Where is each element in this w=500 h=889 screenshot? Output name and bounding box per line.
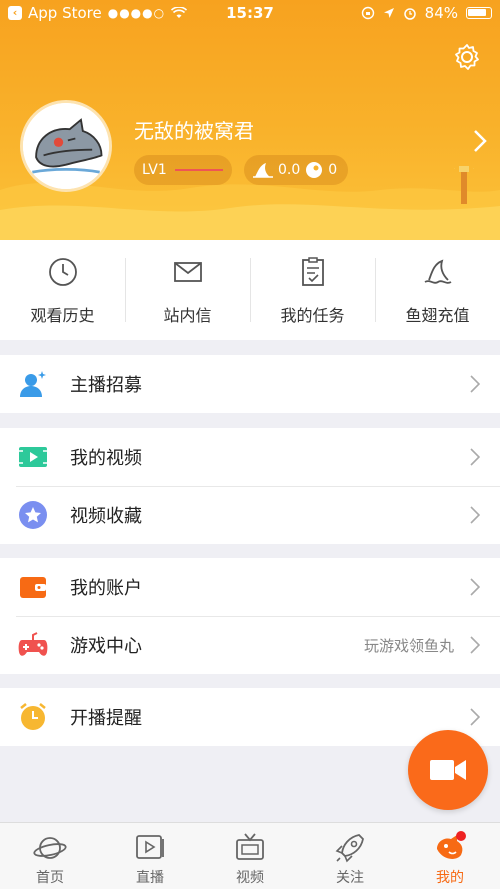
tab-label: 首页 — [36, 870, 64, 886]
chevron-right-icon — [470, 506, 480, 524]
quick-actions: 观看历史 站内信 我的任务 鱼翅充值 — [0, 240, 500, 340]
battery-percent: 84% — [424, 4, 458, 22]
quick-action-messages[interactable]: 站内信 — [125, 240, 250, 340]
rocket-icon — [335, 834, 364, 863]
mail-icon — [173, 262, 202, 282]
shark-fin-icon — [253, 163, 273, 178]
tab-home[interactable]: 首页 — [0, 823, 100, 889]
menu-group-videos: 我的视频 视频收藏 — [0, 428, 500, 544]
person-add-icon — [20, 371, 46, 397]
fish-balls-count: 0 — [328, 162, 338, 178]
menu-group-recruit: 主播招募 — [0, 355, 500, 413]
profile-header: ‹ App Store ●●●●○ 15:37 84% 无敌的被窝君 LV1 0… — [0, 0, 500, 240]
star-icon — [19, 501, 47, 529]
avatar[interactable] — [20, 100, 112, 192]
shark-avatar-icon — [23, 103, 109, 189]
tab-label: 关注 — [336, 870, 364, 886]
location-icon — [383, 8, 394, 18]
notification-dot — [456, 831, 466, 841]
quick-action-recharge[interactable]: 鱼翅充值 — [375, 240, 500, 340]
task-list-icon — [301, 257, 324, 286]
quick-action-label: 鱼翅充值 — [405, 306, 470, 325]
tv-icon — [236, 833, 264, 860]
quick-action-label: 观看历史 — [30, 306, 95, 325]
currency-badge: 0.0 0 — [244, 155, 348, 185]
chevron-right-icon — [470, 375, 480, 393]
live-play-icon — [136, 835, 164, 859]
battery-icon — [466, 7, 492, 19]
tab-video[interactable]: 视频 — [200, 823, 300, 889]
tab-label: 视频 — [236, 870, 264, 886]
menu-row-my-videos[interactable]: 我的视频 — [0, 428, 500, 486]
row-label: 视频收藏 — [70, 506, 142, 527]
video-camera-icon — [430, 760, 466, 780]
row-label: 我的账户 — [70, 578, 142, 599]
menu-row-recruit[interactable]: 主播招募 — [0, 355, 500, 413]
menu-row-favorites[interactable]: 视频收藏 — [0, 486, 500, 544]
tab-mine[interactable]: 我的 — [400, 823, 500, 889]
level-progress-bar — [174, 169, 223, 171]
tab-label: 直播 — [136, 870, 164, 886]
settings-gear-icon[interactable] — [452, 42, 482, 72]
level-badge: LV1 — [134, 155, 232, 185]
lighthouse-icon — [454, 166, 474, 204]
alarm-clock-icon — [20, 703, 46, 730]
gamepad-icon — [18, 632, 48, 656]
fins-count: 0.0 — [278, 162, 301, 178]
quick-action-label: 我的任务 — [280, 306, 345, 325]
row-label: 我的视频 — [70, 448, 142, 469]
row-label: 游戏中心 — [70, 636, 142, 657]
status-bar: ‹ App Store ●●●●○ 15:37 84% — [0, 0, 500, 28]
shark-fin-icon — [424, 259, 451, 284]
bottom-tab-bar: 首页 直播 视频 关注 我的 — [0, 822, 500, 889]
menu-row-account[interactable]: 我的账户 — [0, 558, 500, 616]
chevron-right-icon[interactable] — [472, 128, 488, 154]
planet-icon — [33, 837, 67, 859]
clock-icon — [48, 258, 77, 286]
video-play-icon — [19, 447, 47, 467]
row-label: 主播招募 — [70, 375, 142, 396]
chevron-right-icon — [470, 708, 480, 726]
chevron-right-icon — [470, 636, 480, 654]
rotation-lock-icon — [361, 6, 374, 20]
menu-group-account: 我的账户 游戏中心 玩游戏领鱼丸 — [0, 558, 500, 674]
menu-row-games[interactable]: 游戏中心 玩游戏领鱼丸 — [0, 616, 500, 674]
fish-ball-icon — [306, 162, 323, 178]
chevron-right-icon — [470, 448, 480, 466]
quick-action-history[interactable]: 观看历史 — [0, 240, 125, 340]
level-label: LV1 — [142, 162, 167, 178]
tab-live[interactable]: 直播 — [100, 823, 200, 889]
row-subtitle: 玩游戏领鱼丸 — [363, 636, 454, 655]
chevron-right-icon — [470, 578, 480, 596]
wallet-icon — [20, 577, 46, 598]
tab-label: 我的 — [436, 870, 464, 886]
quick-action-label: 站内信 — [163, 306, 212, 325]
quick-action-tasks[interactable]: 我的任务 — [250, 240, 375, 340]
row-label: 开播提醒 — [70, 708, 142, 729]
alarm-icon — [403, 8, 416, 20]
username: 无敌的被窝君 — [134, 119, 254, 143]
start-broadcast-button[interactable] — [408, 730, 488, 810]
tab-follow[interactable]: 关注 — [300, 823, 400, 889]
